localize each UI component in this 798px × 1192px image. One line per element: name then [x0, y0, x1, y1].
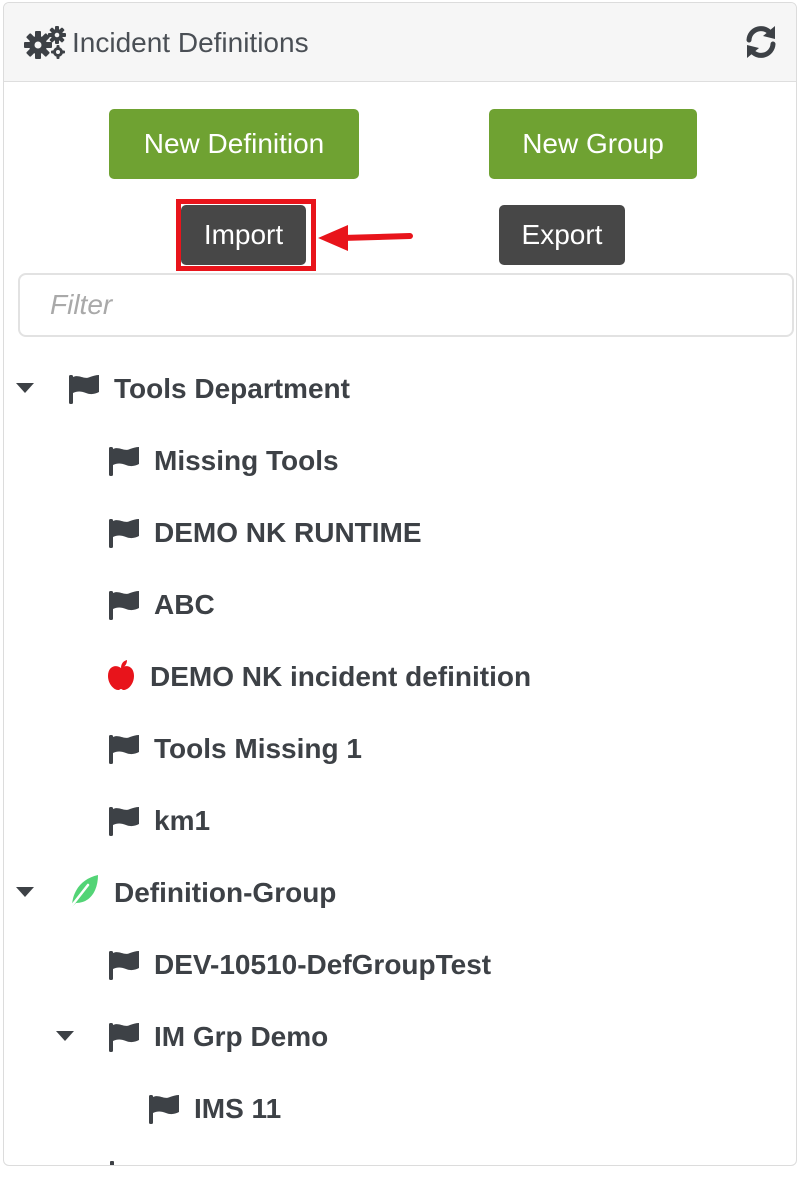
tree-item-abc[interactable]: ABC [154, 585, 215, 625]
flag-icon [108, 949, 140, 981]
new-group-button[interactable]: New Group [489, 109, 697, 179]
arrow-left-icon [316, 221, 416, 255]
export-button[interactable]: Export [499, 205, 625, 265]
flag-icon [148, 1093, 180, 1125]
import-highlight-box [176, 199, 316, 271]
new-definition-button[interactable]: New Definition [109, 109, 359, 179]
flag-icon [108, 445, 140, 477]
apple-icon [106, 659, 136, 691]
tree-item-km1[interactable]: km1 [154, 801, 210, 841]
panel-header: Incident Definitions [4, 3, 796, 82]
flag-icon [110, 1161, 114, 1166]
expand-caret-icon[interactable] [16, 383, 34, 393]
flag-icon [68, 373, 100, 405]
incident-definitions-panel: Incident Definitions New Definition New … [3, 2, 797, 1166]
tree-group-tools-department[interactable]: Tools Department [114, 369, 350, 409]
expand-caret-icon[interactable] [56, 1031, 74, 1041]
panel-title: Incident Definitions [72, 25, 309, 61]
tree-item-ims-11[interactable]: IMS 11 [194, 1089, 281, 1129]
tree-item-missing-tools[interactable]: Missing Tools [154, 441, 339, 481]
flag-icon [108, 589, 140, 621]
tree-group-definition-group[interactable]: Definition-Group [114, 873, 336, 913]
tree-subgroup-im-grp-demo[interactable]: IM Grp Demo [154, 1017, 328, 1057]
expand-caret-icon[interactable] [16, 887, 34, 897]
leaf-icon [66, 873, 100, 909]
refresh-icon[interactable] [742, 23, 780, 61]
tree-item-demo-nk-incident-definition[interactable]: DEMO NK incident definition [150, 657, 531, 697]
tree-item-dev-10510-defgrouptest[interactable]: DEV-10510-DefGroupTest [154, 945, 491, 985]
flag-icon [108, 517, 140, 549]
flag-icon [108, 1021, 140, 1053]
filter-input[interactable] [18, 273, 794, 337]
gears-icon [24, 25, 68, 61]
tree-item-tools-missing-1[interactable]: Tools Missing 1 [154, 729, 362, 769]
tree-item-demo-nk-runtime[interactable]: DEMO NK RUNTIME [154, 513, 422, 553]
flag-icon [108, 805, 140, 837]
flag-icon [108, 733, 140, 765]
